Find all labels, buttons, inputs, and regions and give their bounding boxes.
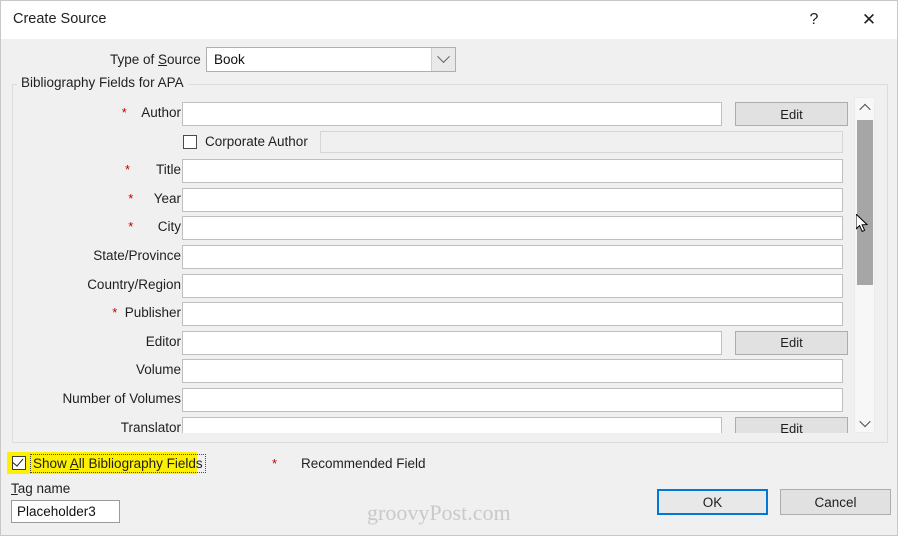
field-label: Title bbox=[155, 162, 181, 178]
field-row: Number of Volumes bbox=[13, 388, 849, 412]
scrollbar-thumb[interactable] bbox=[857, 120, 873, 285]
fields-scroll-viewport: * Author Edit Corporate Author * Title * Year * C… bbox=[13, 97, 849, 433]
field-input[interactable] bbox=[182, 330, 722, 355]
close-button[interactable]: ✕ bbox=[846, 1, 892, 39]
field-row: Editor Edit bbox=[13, 330, 849, 355]
tag-name-value: Placeholder3 bbox=[17, 504, 96, 519]
field-input[interactable] bbox=[182, 102, 722, 126]
edit-button[interactable]: Edit bbox=[735, 102, 848, 126]
field-label: Year bbox=[153, 190, 181, 206]
help-button[interactable]: ? bbox=[791, 1, 837, 39]
recommended-field-legend: Recommended Field bbox=[301, 456, 426, 471]
chevron-down-icon[interactable] bbox=[855, 413, 874, 432]
corporate-author-label[interactable]: Corporate Author bbox=[205, 134, 308, 149]
field-row: * Year bbox=[13, 187, 849, 212]
field-input[interactable] bbox=[182, 245, 843, 269]
corporate-author-checkbox[interactable] bbox=[183, 134, 197, 149]
field-input[interactable] bbox=[182, 216, 843, 241]
field-label: Publisher bbox=[124, 305, 181, 321]
field-input[interactable] bbox=[182, 187, 843, 212]
edit-button[interactable]: Edit bbox=[735, 416, 848, 433]
type-of-source-dropdown[interactable]: Book bbox=[206, 47, 456, 72]
field-label: Translator bbox=[120, 419, 181, 433]
corporate-author-row: Corporate Author bbox=[13, 130, 849, 155]
recommended-field-star-icon: * bbox=[272, 456, 278, 471]
field-label: City bbox=[157, 219, 181, 235]
title-bar: Create Source ? ✕ bbox=[1, 1, 897, 39]
field-input[interactable] bbox=[182, 388, 843, 412]
checkmark-icon bbox=[12, 455, 24, 467]
show-all-bibliography-fields-checkbox[interactable] bbox=[12, 455, 26, 470]
edit-button[interactable]: Edit bbox=[735, 330, 848, 355]
field-label: Editor bbox=[145, 333, 181, 349]
field-input[interactable] bbox=[182, 273, 843, 298]
field-row: * Author Edit bbox=[13, 102, 849, 126]
field-label: Country/Region bbox=[87, 276, 181, 292]
bibliography-fields-group-title: Bibliography Fields for APA bbox=[17, 75, 188, 90]
dialog-title: Create Source bbox=[13, 11, 107, 27]
cancel-button[interactable]: Cancel bbox=[780, 489, 891, 515]
show-all-bibliography-fields-label[interactable]: Show All Bibliography Fields bbox=[30, 454, 206, 473]
tag-name-label: Tag name bbox=[11, 481, 71, 496]
field-row: Country/Region bbox=[13, 273, 849, 298]
field-row: Translator Edit bbox=[13, 416, 849, 433]
type-of-source-value: Book bbox=[214, 52, 245, 67]
field-row: * Publisher bbox=[13, 302, 849, 327]
field-row: State/Province bbox=[13, 245, 849, 269]
chevron-up-icon[interactable] bbox=[855, 98, 874, 117]
tag-name-input[interactable]: Placeholder3 bbox=[11, 500, 120, 523]
field-label: State/Province bbox=[93, 248, 181, 263]
fields-scrollbar[interactable] bbox=[854, 97, 875, 433]
watermark: groovyPost.com bbox=[367, 500, 511, 525]
field-row: Volume bbox=[13, 359, 849, 384]
create-source-dialog: Create Source ? ✕ Type of Source Book Bi… bbox=[0, 0, 898, 536]
ok-button[interactable]: OK bbox=[657, 489, 768, 515]
corporate-author-input bbox=[320, 130, 843, 153]
field-row: * Title bbox=[13, 159, 849, 184]
field-label: Volume bbox=[135, 362, 181, 378]
field-input[interactable] bbox=[182, 416, 722, 433]
field-label: Number of Volumes bbox=[62, 391, 181, 406]
chevron-down-icon[interactable] bbox=[431, 48, 455, 71]
field-label: Author bbox=[141, 105, 181, 120]
field-row: * City bbox=[13, 216, 849, 241]
type-of-source-label: Type of Source bbox=[110, 52, 201, 67]
field-input[interactable] bbox=[182, 359, 843, 384]
field-input[interactable] bbox=[182, 302, 843, 327]
field-input[interactable] bbox=[182, 159, 843, 184]
